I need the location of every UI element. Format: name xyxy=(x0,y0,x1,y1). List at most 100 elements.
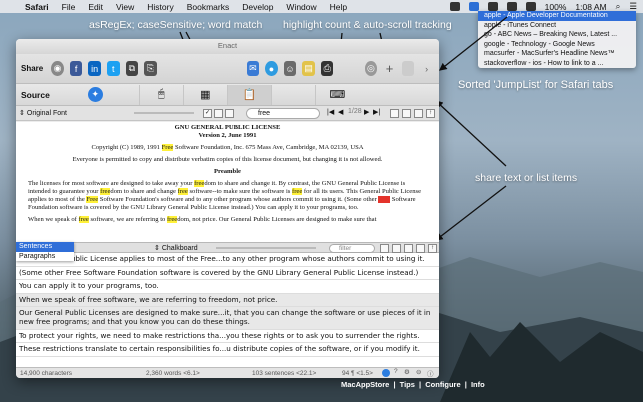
clipboard-source-tab[interactable]: 📋 xyxy=(226,84,271,105)
stepper-icon[interactable]: ⇕ xyxy=(19,109,25,117)
doc-paragraph: The licenses for most software are desig… xyxy=(28,180,422,211)
configure-link[interactable]: Configure xyxy=(425,380,460,389)
menu-history[interactable]: History xyxy=(147,2,173,12)
clock[interactable]: 1:08 AM xyxy=(575,2,606,12)
safari-icon[interactable]: ✦ xyxy=(87,87,103,102)
document-view: GNU GENERAL PUBLIC LICENSE Version 2, Ju… xyxy=(16,122,439,242)
list-item[interactable]: This General Public License applies to m… xyxy=(16,253,439,267)
doc-everyone: Everyone is permitted to copy and distri… xyxy=(72,156,383,163)
menu-develop[interactable]: Develop xyxy=(242,2,273,12)
record-icon[interactable]: ◉ xyxy=(51,61,64,76)
document-source-tab[interactable]: ▦ xyxy=(182,84,227,105)
menu-view[interactable]: View xyxy=(116,2,134,12)
info-link[interactable]: Info xyxy=(471,380,485,389)
menu-window[interactable]: Window xyxy=(286,2,316,12)
size-slider[interactable] xyxy=(134,112,194,114)
mail-icon[interactable]: ✉ xyxy=(246,61,260,76)
menu-bookmarks[interactable]: Bookmarks xyxy=(187,2,230,12)
list-item[interactable]: Our General Public Licenses are designed… xyxy=(16,307,439,330)
status-bar: 14,900 characters 2,360 words <6.1> 103 … xyxy=(16,367,439,378)
size-slider-2[interactable] xyxy=(216,247,316,249)
filter-input[interactable]: filter xyxy=(329,244,375,253)
sentence-count: 103 sentences <22.1> xyxy=(252,370,317,377)
view-single-icon-2[interactable] xyxy=(404,244,413,253)
enact-status-icon[interactable] xyxy=(468,2,479,11)
volume-icon[interactable] xyxy=(525,2,536,11)
jump-list-item[interactable]: apple - Apple Developer Documentation xyxy=(478,11,636,21)
safari-status-icon[interactable] xyxy=(382,369,390,377)
list-item[interactable]: (Some other Free Software Foundation sof… xyxy=(16,267,439,281)
jump-list-item[interactable]: go - ABC News – Breaking News, Latest ..… xyxy=(478,30,636,40)
paragraph-count: 94 ¶ <1.5> xyxy=(342,370,373,377)
word-checkbox[interactable] xyxy=(225,109,234,118)
mouse-source-tab[interactable]: 🖱 xyxy=(138,84,183,105)
facebook-icon[interactable]: f xyxy=(69,61,83,76)
airdrop-icon[interactable]: ◎ xyxy=(364,61,378,76)
help-icon[interactable]: ? xyxy=(394,368,398,375)
tips-link[interactable]: Tips xyxy=(400,380,415,389)
macappstore-link[interactable]: MacAppStore xyxy=(341,380,389,389)
menu-edit[interactable]: Edit xyxy=(88,2,103,12)
doc-paragraph: When we speak of free software, we are r… xyxy=(28,216,377,223)
share-icon[interactable]: ↑ xyxy=(426,109,435,118)
bluetooth-icon[interactable] xyxy=(487,2,498,11)
view-split-icon-2[interactable] xyxy=(416,244,425,253)
prev-match-button[interactable]: ◀ xyxy=(338,108,343,116)
option-sentences[interactable]: Sentences xyxy=(16,242,74,252)
status-app-icon[interactable] xyxy=(449,2,460,11)
first-match-button[interactable]: |◀ xyxy=(327,108,334,116)
jump-list-item[interactable]: google - Technology - Google News xyxy=(478,40,636,50)
annotation-jumplist: Sorted 'JumpList' for Safari tabs xyxy=(458,79,614,91)
notes-icon[interactable]: ▤ xyxy=(302,61,315,76)
add-icon[interactable]: + xyxy=(383,61,396,76)
menu-file[interactable]: File xyxy=(62,2,76,12)
case-checkbox[interactable] xyxy=(214,109,223,118)
option-paragraphs[interactable]: Paragraphs xyxy=(16,252,74,262)
print-icon[interactable]: ⎙ xyxy=(320,61,334,76)
jump-list-item[interactable]: macsurfer - MacSurfer's Headline News™ xyxy=(478,49,636,59)
word-count: 2,360 words <6.1> xyxy=(146,370,200,377)
keyboard-source-tab[interactable]: ⌨ xyxy=(314,84,359,105)
wifi-icon[interactable] xyxy=(506,2,517,11)
messages-icon[interactable]: ● xyxy=(265,61,278,76)
menu-help[interactable]: Help xyxy=(330,2,347,12)
list-item[interactable]: To protect your rights, we need to make … xyxy=(16,330,439,344)
regex-checkbox[interactable]: ✓ xyxy=(203,109,212,118)
jump-list-item[interactable]: stackoverflow - ios - How to link to a .… xyxy=(478,59,636,69)
view-list-icon-2[interactable] xyxy=(380,244,389,253)
view-split-icon[interactable] xyxy=(402,109,411,118)
menu-app[interactable]: Safari xyxy=(25,2,49,12)
view-grid-icon[interactable] xyxy=(392,244,401,253)
view-list-icon[interactable] xyxy=(414,109,423,118)
search-input[interactable]: free xyxy=(246,108,320,119)
chevron-right-icon[interactable]: › xyxy=(420,61,433,76)
document-icon[interactable] xyxy=(401,61,415,76)
apple-icon[interactable] xyxy=(8,2,16,11)
share-icon-2[interactable]: ↑ xyxy=(428,244,437,253)
contacts-icon[interactable]: ☺ xyxy=(283,61,297,76)
segment-dropdown[interactable]: Sentences Paragraphs xyxy=(16,242,74,261)
linkedin-icon[interactable]: in xyxy=(88,61,101,76)
font-select[interactable]: Original Font xyxy=(27,110,67,117)
doc-preamble: Preamble xyxy=(214,168,241,175)
info-icon[interactable]: ⓘ xyxy=(427,368,434,378)
sentence-list: This General Public License applies to m… xyxy=(16,253,439,367)
list-item[interactable]: You can apply it to your programs, too. xyxy=(16,280,439,294)
gear-icon[interactable]: ⚙ xyxy=(404,368,410,376)
battery-percent[interactable]: 100% xyxy=(545,2,567,12)
list-item[interactable]: These restrictions translate to certain … xyxy=(16,343,439,357)
copy-icon[interactable]: ⧉ xyxy=(125,61,139,76)
next-match-button[interactable]: ▶ xyxy=(364,108,369,116)
twitter-icon[interactable]: t xyxy=(106,61,120,76)
last-match-button[interactable]: ▶| xyxy=(373,108,380,116)
view-single-icon[interactable] xyxy=(390,109,399,118)
search-toolbar: ⇕ Original Font ✓ free |◀ ◀ 1/28 ▶ ▶| ↑ xyxy=(16,106,439,121)
blank-source-tab[interactable] xyxy=(270,84,315,105)
theme-select[interactable]: ⇕ Chalkboard xyxy=(154,244,198,252)
doc-title: GNU GENERAL PUBLIC LICENSE xyxy=(174,124,281,131)
jump-list-item[interactable]: apple - iTunes Connect xyxy=(478,21,636,31)
paste-icon[interactable]: ⎘ xyxy=(144,61,157,76)
doc-copyright: Copyright (C) 1989, 1991 Free Software F… xyxy=(91,144,364,151)
list-item[interactable]: When we speak of free software, we are r… xyxy=(16,293,439,308)
settings-icon[interactable]: ⊖ xyxy=(416,368,421,376)
